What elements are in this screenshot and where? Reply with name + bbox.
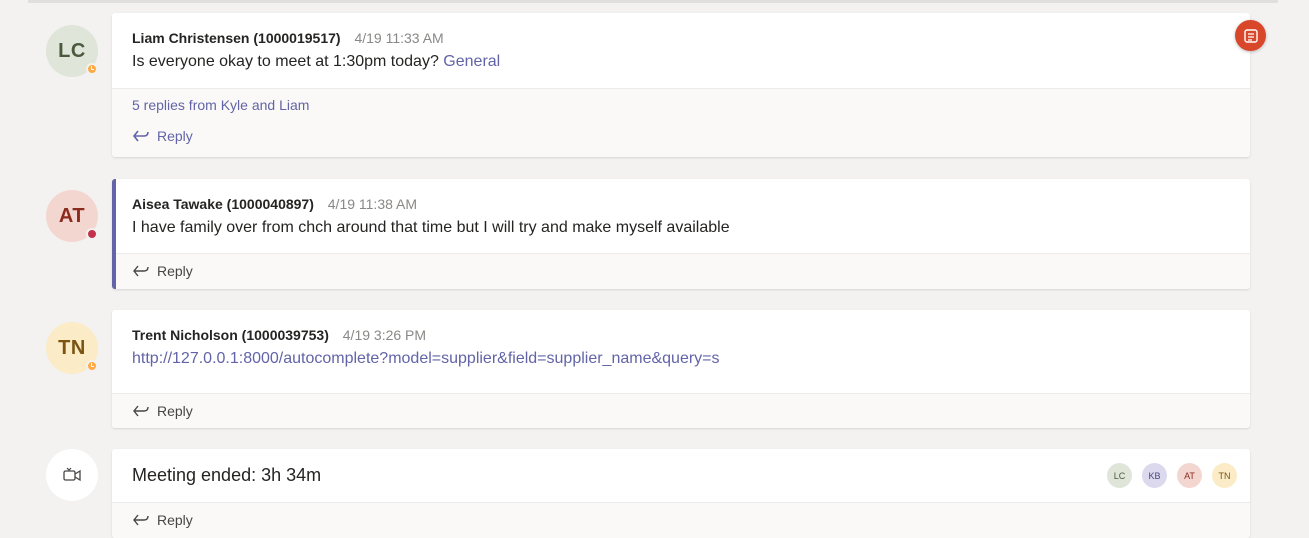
presence-away-icon bbox=[86, 360, 98, 372]
meeting-card[interactable]: Meeting ended: 3h 34m LC KB AT TN Reply bbox=[112, 449, 1250, 538]
participant-avatars: LC KB AT TN bbox=[1097, 463, 1237, 488]
meeting-avatar bbox=[46, 449, 98, 501]
reply-arrow-icon bbox=[133, 405, 149, 417]
avatar[interactable]: TN bbox=[46, 322, 98, 374]
avatar-initials: AT bbox=[58, 204, 86, 227]
message-body: Is everyone okay to meet at 1:30pm today… bbox=[132, 51, 1230, 73]
presence-away-icon bbox=[86, 63, 98, 75]
video-camera-icon bbox=[63, 467, 81, 482]
reply-label: Reply bbox=[157, 403, 193, 419]
reply-button[interactable]: Reply bbox=[116, 254, 1250, 288]
message-header: Aisea Tawake (1000040897) 4/19 11:38 AM bbox=[132, 195, 1230, 213]
replies-summary-link[interactable]: 5 replies from Kyle and Liam bbox=[112, 89, 1250, 119]
thread-footer: Reply bbox=[112, 393, 1250, 428]
message-link[interactable]: http://127.0.0.1:8000/autocomplete?model… bbox=[132, 350, 720, 367]
message-text: Is everyone okay to meet at 1:30pm today… bbox=[132, 53, 439, 70]
reply-label: Reply bbox=[157, 263, 193, 279]
reply-arrow-icon bbox=[133, 265, 149, 277]
message-text: I have family over from chch around that… bbox=[132, 219, 730, 236]
app-list-button[interactable] bbox=[1235, 20, 1266, 51]
timestamp: 4/19 11:33 AM bbox=[354, 30, 444, 46]
participant-avatar[interactable]: AT bbox=[1177, 463, 1202, 488]
reply-button[interactable]: Reply bbox=[112, 119, 1250, 153]
message-card[interactable]: Trent Nicholson (1000039753) 4/19 3:26 P… bbox=[112, 310, 1250, 428]
avatar-initials: LC bbox=[58, 39, 86, 62]
app-list-icon bbox=[1243, 28, 1258, 43]
participant-avatar[interactable]: KB bbox=[1142, 463, 1167, 488]
thread-footer: Reply bbox=[116, 253, 1250, 289]
reply-label: Reply bbox=[157, 128, 193, 144]
avatar[interactable]: AT bbox=[46, 190, 98, 242]
message-header: Trent Nicholson (1000039753) 4/19 3:26 P… bbox=[132, 326, 1230, 344]
author-name: Liam Christensen (1000019517) bbox=[132, 30, 341, 46]
reply-arrow-icon bbox=[133, 514, 149, 526]
timestamp: 4/19 3:26 PM bbox=[342, 327, 427, 343]
avatar-initials: TN bbox=[58, 336, 86, 359]
channel-mention[interactable]: General bbox=[443, 53, 500, 70]
author-name: Trent Nicholson (1000039753) bbox=[132, 327, 329, 343]
avatar[interactable]: LC bbox=[46, 25, 98, 77]
timestamp: 4/19 11:38 AM bbox=[327, 196, 418, 212]
reply-arrow-icon bbox=[132, 130, 149, 142]
reply-button[interactable]: Reply bbox=[112, 503, 1250, 537]
reply-label: Reply bbox=[157, 512, 193, 528]
message-header: Liam Christensen (1000019517) 4/19 11:33… bbox=[132, 29, 1230, 47]
message-card[interactable]: Aisea Tawake (1000040897) 4/19 11:38 AM … bbox=[112, 179, 1250, 289]
message-body: I have family over from chch around that… bbox=[132, 217, 1230, 239]
message-body: http://127.0.0.1:8000/autocomplete?model… bbox=[132, 348, 1230, 370]
reply-button[interactable]: Reply bbox=[112, 394, 1250, 428]
meeting-title: Meeting ended: 3h 34m bbox=[132, 465, 322, 485]
message-card[interactable]: Liam Christensen (1000019517) 4/19 11:33… bbox=[112, 13, 1250, 157]
thread-footer: 5 replies from Kyle and Liam Reply bbox=[112, 88, 1250, 157]
participant-avatar[interactable]: LC bbox=[1107, 463, 1132, 488]
presence-busy-icon bbox=[86, 228, 98, 240]
thread-footer: Reply bbox=[112, 502, 1250, 538]
participant-avatar[interactable]: TN bbox=[1212, 463, 1237, 488]
top-divider bbox=[28, 0, 1278, 3]
author-name: Aisea Tawake (1000040897) bbox=[132, 196, 314, 212]
